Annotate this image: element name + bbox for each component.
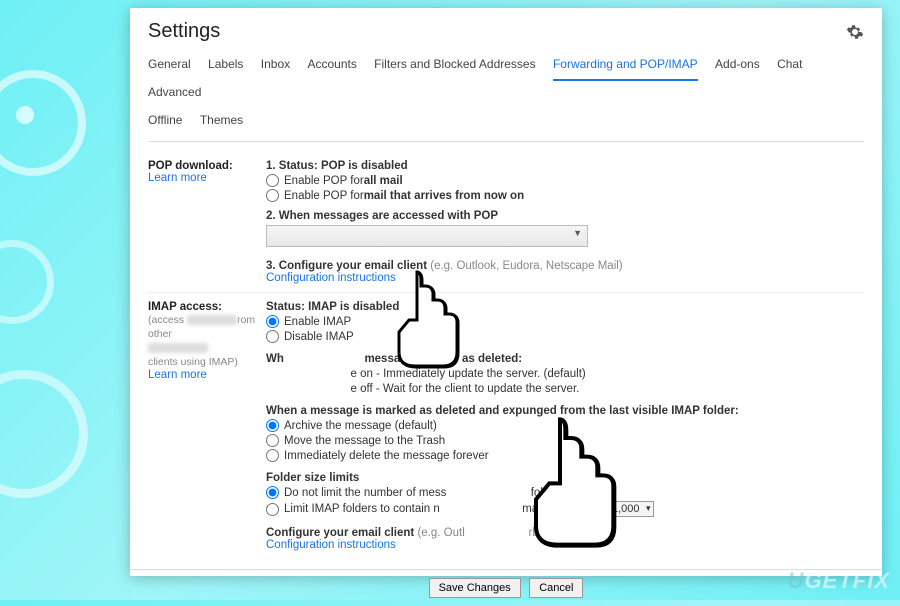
tab-chat[interactable]: Chat (777, 53, 802, 79)
imap-section: IMAP access: (access rom other clients u… (148, 293, 864, 559)
folder-no-limit[interactable]: Do not limit the number of messages in a… (266, 486, 864, 499)
imap-learn-more[interactable]: Learn more (148, 369, 266, 381)
pop-status: 1. Status: POP is disabled (266, 160, 408, 172)
imap-expunge-title: When a message is marked as deleted and … (266, 405, 739, 417)
pop-opt2-bold: mail that arrives from now on (364, 190, 524, 202)
folder-limit-select[interactable]: 1,000 (606, 501, 655, 517)
tab-filters[interactable]: Filters and Blocked Addresses (374, 53, 535, 79)
save-button[interactable]: Save Changes (429, 578, 521, 598)
tab-inbox[interactable]: Inbox (261, 53, 290, 79)
imap-conf-hint1: (e.g. Outl (417, 527, 464, 539)
imap-archive[interactable]: Archive the message (default) (266, 419, 864, 432)
f1-pre: Do not limit the number of mess (284, 487, 446, 499)
imap-md1: e on - Immediately update the server. (d… (351, 368, 586, 380)
imap-conf-link[interactable]: Configuration instructions (266, 539, 864, 551)
pop-opt1-bold: all mail (364, 175, 403, 187)
imap-mark-deleted-title: message in IMAP as deleted: (364, 353, 522, 365)
tab-themes[interactable]: Themes (200, 109, 243, 135)
imap-conf: Configure your email client (266, 527, 417, 539)
tab-forwarding[interactable]: Forwarding and POP/IMAP (553, 53, 698, 81)
gear-icon[interactable] (846, 23, 864, 41)
background-decor (0, 40, 140, 520)
tab-labels[interactable]: Labels (208, 53, 243, 79)
folder-limits-title: Folder size limits (266, 472, 359, 484)
tab-addons[interactable]: Add-ons (715, 53, 760, 79)
imap-trash[interactable]: Move the message to the Trash (266, 434, 864, 447)
settings-panel: Settings General Labels Inbox Accounts F… (130, 8, 882, 576)
pop-config-hint: (e.g. Outlook, Eudora, Netscape Mail) (430, 260, 622, 272)
pop-when-select[interactable] (266, 225, 588, 247)
pop-learn-more[interactable]: Learn more (148, 172, 266, 184)
pop-section: POP download: Learn more 1. Status: POP … (148, 152, 864, 293)
tab-advanced[interactable]: Advanced (148, 81, 201, 107)
imap-subtext: (access rom other clients using IMAP) (148, 313, 266, 369)
f2-post: many messages (522, 503, 606, 515)
pop-enable-all[interactable]: Enable POP for all mail (266, 174, 864, 187)
pop-enable-new[interactable]: Enable POP for mail that arrives from no… (266, 189, 864, 202)
imap-ex2: Move the message to the Trash (284, 435, 445, 447)
imap-autosync-off[interactable]: Auto-Expunge off - Wait for the client t… (266, 382, 864, 395)
imap-disable-label: Disable IMAP (284, 331, 354, 343)
imap-heading: IMAP access: (148, 301, 266, 313)
pop-config: 3. Configure your email client (266, 260, 430, 272)
imap-enable[interactable]: Enable IMAP (266, 315, 864, 328)
imap-status: Status: IMAP is disabled (266, 301, 399, 313)
tab-offline[interactable]: Offline (148, 109, 182, 135)
imap-ex3: Immediately delete the message forever (284, 450, 489, 462)
imap-ex1: Archive the message (default) (284, 420, 437, 432)
f1-post: folder (default) (531, 487, 605, 499)
imap-md2: e off - Wait for the client to update th… (351, 383, 580, 395)
page-title: Settings (148, 20, 220, 43)
pop-when: 2. When messages are accessed with POP (266, 210, 498, 222)
f2-pre: Limit IMAP folders to contain n (284, 503, 440, 515)
imap-delete-forever[interactable]: Immediately delete the message forever (266, 449, 864, 462)
imap-disable[interactable]: Disable IMAP (266, 330, 864, 343)
cancel-button[interactable]: Cancel (529, 578, 583, 598)
tab-bar: General Labels Inbox Accounts Filters an… (130, 49, 882, 142)
tab-general[interactable]: General (148, 53, 191, 79)
imap-autosync-on[interactable]: Auto-Expunge on - Immediately update the… (266, 367, 864, 380)
pop-opt1-text: Enable POP for (284, 175, 364, 187)
folder-limit[interactable]: Limit IMAP folders to contain no more th… (266, 501, 864, 517)
pop-opt2-text: Enable POP for (284, 190, 364, 202)
button-bar: Save Changes Cancel (130, 569, 882, 606)
tab-accounts[interactable]: Accounts (307, 53, 356, 79)
watermark: UUGETFIXGETFIX (788, 568, 890, 594)
imap-conf-hint2: rbird, iPhone) (529, 527, 598, 539)
pop-heading: POP download: (148, 160, 266, 172)
imap-enable-label: Enable IMAP (284, 316, 351, 328)
pop-config-link[interactable]: Configuration instructions (266, 272, 864, 284)
